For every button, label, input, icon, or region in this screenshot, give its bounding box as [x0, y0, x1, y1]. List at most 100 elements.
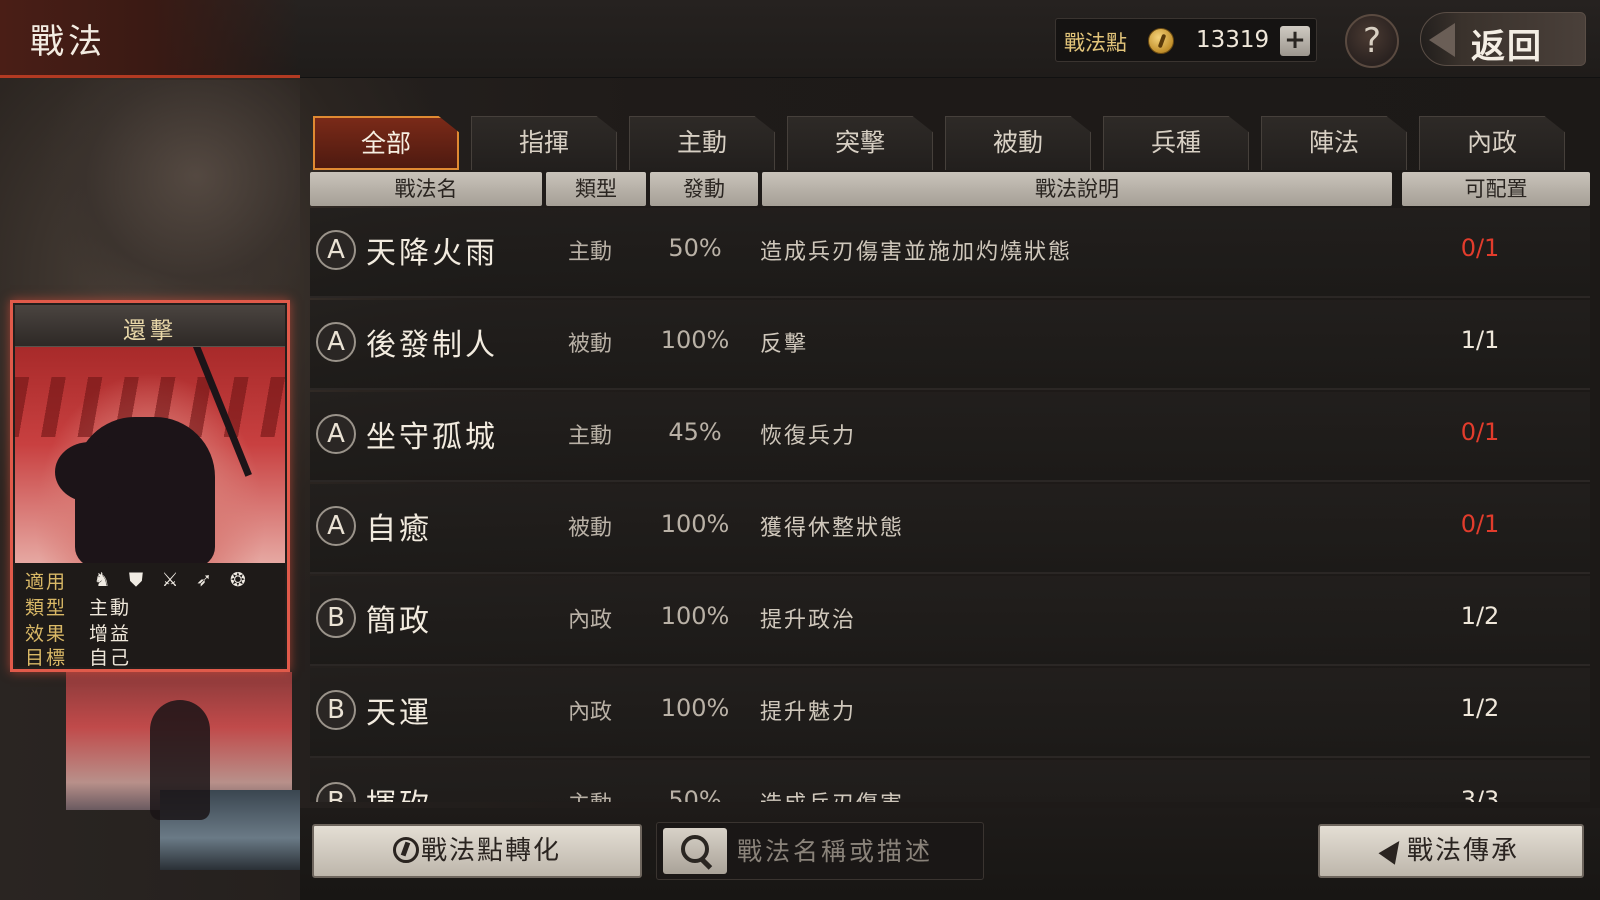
tactic-type: 內政 — [567, 608, 612, 633]
table-row[interactable]: B 簡政 內政 100% 提升政治 1/2 — [310, 576, 1590, 666]
tactic-name: 坐守孤城 — [366, 420, 498, 455]
target-value: 自己 — [89, 647, 132, 669]
tactic-rate: 50% — [668, 786, 722, 802]
tab-command[interactable]: 指揮 — [471, 116, 617, 170]
tactic-rate: 50% — [668, 234, 722, 262]
cavalry-icon: ♞ — [93, 569, 111, 591]
card-target-row: 目標 自己 — [25, 643, 285, 669]
tactic-description: 提升政治 — [760, 608, 857, 633]
tactic-slots: 1/2 — [1460, 694, 1500, 722]
tactic-type: 主動 — [567, 240, 612, 265]
tactic-name: 自癒 — [366, 512, 432, 547]
tactic-list[interactable]: A 天降火雨 主動 50% 造成兵刃傷害並施加灼燒狀態 0/1 A 後發制人 被… — [310, 208, 1590, 802]
table-row[interactable]: A 天降火雨 主動 50% 造成兵刃傷害並施加灼燒狀態 0/1 — [310, 208, 1590, 298]
column-header-description: 戰法說明 — [762, 172, 1392, 206]
bow-icon: ➶ — [196, 569, 212, 591]
target-label: 目標 — [25, 647, 68, 669]
tab-passive[interactable]: 被動 — [945, 116, 1091, 170]
convert-icon — [392, 837, 419, 863]
tactic-slots: 1/2 — [1460, 602, 1500, 630]
add-points-button[interactable]: + — [1280, 26, 1310, 56]
tab-active[interactable]: 主動 — [629, 116, 775, 170]
tab-all[interactable]: 全部 — [313, 116, 459, 170]
tactic-description: 造成兵刃傷害 — [760, 786, 904, 802]
top-bar: 戰法 戰法點 13319 + ? 返回 — [0, 0, 1600, 78]
inherit-tactic-button[interactable]: 戰法傳承 — [1318, 824, 1584, 878]
tab-assault[interactable]: 突擊 — [787, 116, 933, 170]
tactic-description: 恢復兵力 — [760, 424, 857, 449]
tactic-description: 反擊 — [760, 332, 809, 357]
crossed-weapons-icon: ⚔ — [161, 569, 179, 591]
convert-points-button[interactable]: 戰法點轉化 — [312, 824, 642, 878]
tactic-name: 簡政 — [366, 604, 432, 639]
tactic-name: 天運 — [366, 696, 432, 731]
card-title-bar: 還擊 — [15, 305, 285, 347]
card-type-row: 類型 主動 — [25, 593, 285, 619]
tactic-rate: 100% — [660, 602, 730, 630]
help-button[interactable]: ? — [1345, 14, 1399, 68]
tactic-name: 天降火雨 — [366, 236, 498, 271]
tactic-slots: 0/1 — [1460, 418, 1500, 446]
art-warrior-head — [55, 442, 125, 502]
tactic-type: 主動 — [567, 424, 612, 449]
tactic-type: 被動 — [567, 332, 612, 357]
tab-formation[interactable]: 陣法 — [1261, 116, 1407, 170]
effect-value: 增益 — [89, 623, 132, 645]
search-input[interactable] — [737, 831, 977, 871]
type-label: 類型 — [25, 597, 68, 619]
tactic-rate: 100% — [660, 510, 730, 538]
background-general-art — [40, 80, 300, 320]
grade-badge: A — [316, 322, 356, 362]
table-row[interactable]: A 自癒 被動 100% 獲得休整狀態 0/1 — [310, 484, 1590, 574]
tactic-description: 造成兵刃傷害並施加灼燒狀態 — [760, 240, 1073, 265]
card-effect-row: 效果 增益 — [25, 619, 285, 645]
column-header-type[interactable]: 類型 — [546, 172, 646, 206]
points-value: 13319 — [1196, 27, 1270, 53]
tab-internal-affairs[interactable]: 內政 — [1419, 116, 1565, 170]
effect-label: 效果 — [25, 623, 68, 645]
column-header-name[interactable]: 戰法名 — [310, 172, 542, 206]
card-applies-row: 適用 ♞ ⛊ ⚔ ➶ ❂ — [25, 567, 285, 593]
tactic-point-coin-icon — [1148, 28, 1174, 54]
tactic-description: 提升魅力 — [760, 700, 857, 725]
tactic-slots: 1/1 — [1460, 326, 1500, 354]
card-info: 適用 ♞ ⛊ ⚔ ➶ ❂ 類型 主動 效果 增益 目標 自己 — [15, 563, 285, 669]
search-box — [656, 822, 984, 880]
tactic-rate: 45% — [668, 418, 722, 446]
points-label: 戰法點 — [1064, 31, 1127, 55]
tactic-type: 被動 — [567, 516, 612, 541]
table-row[interactable]: A 坐守孤城 主動 45% 恢復兵力 0/1 — [310, 392, 1590, 482]
tactic-rate: 100% — [660, 326, 730, 354]
selected-tactic-card[interactable]: 還擊 適用 ♞ ⛊ ⚔ ➶ ❂ 類型 主動 效果 增益 目標 自己 — [10, 300, 290, 672]
title-banner: 戰法 — [0, 0, 300, 78]
inherit-label: 戰法傳承 — [1406, 836, 1519, 866]
table-row[interactable]: A 後發制人 被動 100% 反擊 1/1 — [310, 300, 1590, 390]
tactic-slots: 0/1 — [1460, 510, 1500, 538]
back-arrow-icon — [1429, 23, 1455, 57]
shield-icon: ⛊ — [128, 569, 144, 591]
column-header-rate[interactable]: 發動 — [650, 172, 758, 206]
tactic-name: 後發制人 — [366, 328, 498, 363]
back-button[interactable]: 返回 — [1420, 12, 1586, 67]
grade-badge: A — [316, 230, 356, 270]
type-value: 主動 — [89, 597, 132, 619]
card-illustration — [15, 347, 285, 563]
search-icon[interactable] — [663, 828, 727, 874]
grade-badge: B — [316, 598, 356, 638]
back-label: 返回 — [1471, 27, 1543, 67]
table-row[interactable]: B 揮砍 主動 50% 造成兵刃傷害 3/3 — [310, 760, 1590, 802]
convert-label: 戰法點轉化 — [420, 836, 561, 866]
tactic-slots: 3/3 — [1460, 786, 1500, 802]
card-title: 還擊 — [123, 318, 177, 344]
table-row[interactable]: B 天運 內政 100% 提升魅力 1/2 — [310, 668, 1590, 758]
card-stack-figure — [150, 700, 210, 820]
column-header-slots[interactable]: 可配置 — [1402, 172, 1590, 206]
tab-troop-type[interactable]: 兵種 — [1103, 116, 1249, 170]
grade-badge: B — [316, 782, 356, 802]
tactic-name: 揮砍 — [366, 780, 432, 802]
grade-badge: A — [316, 506, 356, 546]
tactic-rate: 100% — [660, 694, 730, 722]
tactic-type: 內政 — [567, 700, 612, 725]
tactic-points-display: 戰法點 13319 + — [1055, 18, 1317, 62]
inherit-icon — [1378, 835, 1408, 865]
